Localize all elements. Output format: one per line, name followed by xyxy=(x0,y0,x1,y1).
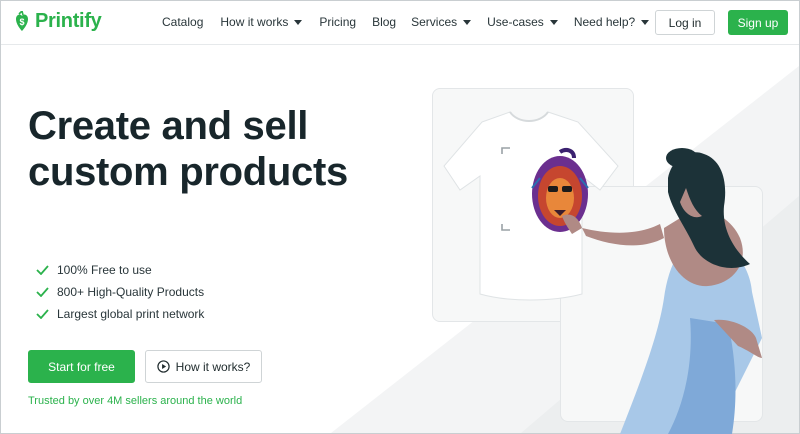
hero-headline: Create and sell custom products xyxy=(28,104,348,194)
nav-item-label: Use-cases xyxy=(487,15,544,29)
nav-item-label: Need help? xyxy=(573,15,636,29)
nav-item-label: Catalog xyxy=(162,15,204,29)
nav-need-help[interactable]: Need help? xyxy=(573,15,650,29)
nav-services[interactable]: Services xyxy=(411,15,472,29)
top-navbar: $ Printify Catalog How it works Pricing … xyxy=(1,1,799,45)
feature-item: Largest global print network xyxy=(36,303,204,325)
feature-item: 800+ High-Quality Products xyxy=(36,281,204,303)
nav-pricing[interactable]: Pricing xyxy=(319,15,356,29)
chevron-down-icon xyxy=(294,19,303,25)
nav-catalog[interactable]: Catalog xyxy=(162,15,203,29)
check-icon xyxy=(36,265,49,275)
check-icon xyxy=(36,287,49,297)
nav-item-label: Pricing xyxy=(319,15,357,29)
nav-item-label: How it works xyxy=(220,15,289,29)
feature-label: 800+ High-Quality Products xyxy=(57,285,205,299)
how-it-works-label: How it works? xyxy=(175,359,251,374)
feature-label: Largest global print network xyxy=(57,307,205,321)
woman-illustration xyxy=(562,148,762,434)
feature-list: 100% Free to use 800+ High-Quality Produ… xyxy=(36,259,204,325)
feature-label: 100% Free to use xyxy=(57,263,152,277)
main-nav: Catalog How it works Pricing Blog Servic… xyxy=(162,15,650,29)
nav-item-label: Services xyxy=(411,15,458,29)
how-it-works-button[interactable]: How it works? xyxy=(145,350,262,383)
play-circle-icon xyxy=(156,360,170,373)
feature-item: 100% Free to use xyxy=(36,259,204,281)
check-icon xyxy=(36,309,49,319)
nav-use-cases[interactable]: Use-cases xyxy=(487,15,558,29)
nav-item-label: Blog xyxy=(372,15,397,29)
start-for-free-button[interactable]: Start for free xyxy=(28,350,135,383)
printify-logo-icon: $ xyxy=(16,10,28,31)
nav-blog[interactable]: Blog xyxy=(372,15,396,29)
tshirt-image xyxy=(443,111,619,301)
brand-name: Printify xyxy=(35,10,102,32)
trusted-by-text: Trusted by over 4M sellers around the wo… xyxy=(28,395,243,407)
chevron-down-icon xyxy=(463,19,472,25)
signup-button[interactable]: Sign up xyxy=(728,10,788,35)
nav-how-it-works[interactable]: How it works xyxy=(220,15,303,29)
chevron-down-icon xyxy=(641,19,650,25)
login-button[interactable]: Log in xyxy=(655,10,715,35)
chevron-down-icon xyxy=(549,19,558,25)
brand-logo[interactable]: $ Printify xyxy=(13,10,102,33)
hero-illustration xyxy=(443,111,762,434)
svg-text:$: $ xyxy=(19,17,24,27)
